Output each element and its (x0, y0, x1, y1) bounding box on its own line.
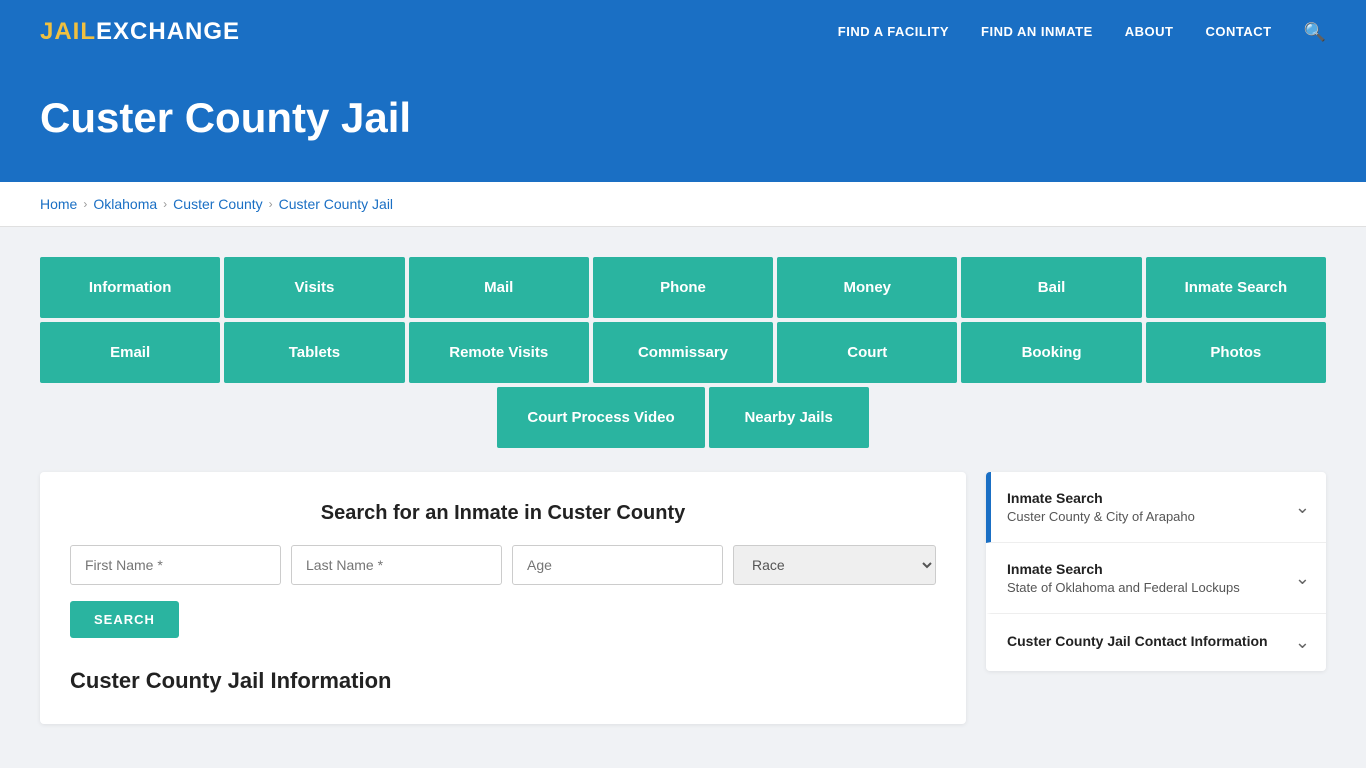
hero-section: Custer County Jail (0, 64, 1366, 182)
btn-information[interactable]: Information (40, 257, 220, 318)
btn-mail[interactable]: Mail (409, 257, 589, 318)
btn-photos[interactable]: Photos (1146, 322, 1326, 383)
sidebar-cards: Inmate Search Custer County & City of Ar… (986, 472, 1326, 671)
main-content: Information Visits Mail Phone Money Bail… (0, 227, 1366, 754)
grid-row-1: Information Visits Mail Phone Money Bail… (40, 257, 1326, 318)
btn-tablets[interactable]: Tablets (224, 322, 404, 383)
breadcrumb-custer-county[interactable]: Custer County (173, 196, 262, 212)
site-logo[interactable]: JAILEXCHANGE (40, 18, 240, 46)
first-name-input[interactable] (70, 545, 281, 585)
nav-find-facility[interactable]: FIND A FACILITY (838, 24, 949, 39)
btn-commissary[interactable]: Commissary (593, 322, 773, 383)
sidebar-card-sub-1: State of Oklahoma and Federal Lockups (1007, 580, 1240, 595)
btn-nearby-jails[interactable]: Nearby Jails (709, 387, 869, 448)
section-title: Custer County Jail Information (70, 668, 936, 694)
navbar: JAILEXCHANGE FIND A FACILITY FIND AN INM… (0, 0, 1366, 64)
breadcrumb-oklahoma[interactable]: Oklahoma (93, 196, 157, 212)
sidebar-card-title-1: Inmate Search (1007, 561, 1240, 577)
btn-remote-visits[interactable]: Remote Visits (409, 322, 589, 383)
bottom-section: Search for an Inmate in Custer County Ra… (40, 472, 1326, 724)
sidebar-card-sub-0: Custer County & City of Arapaho (1007, 509, 1195, 524)
sidebar-card-title-2: Custer County Jail Contact Information (1007, 633, 1268, 649)
chevron-down-icon-1: ⌄ (1295, 568, 1310, 589)
breadcrumb: Home › Oklahoma › Custer County › Custer… (40, 196, 1326, 212)
breadcrumb-bar: Home › Oklahoma › Custer County › Custer… (0, 182, 1366, 227)
grid-row-3: Court Process Video Nearby Jails (40, 387, 1326, 448)
btn-email[interactable]: Email (40, 322, 220, 383)
btn-court-process-video[interactable]: Court Process Video (497, 387, 704, 448)
sidebar-card-1[interactable]: Inmate Search State of Oklahoma and Fede… (986, 543, 1326, 614)
grid-row-2: Email Tablets Remote Visits Commissary C… (40, 322, 1326, 383)
btn-inmate-search[interactable]: Inmate Search (1146, 257, 1326, 318)
logo-jail: JAIL (40, 18, 96, 45)
chevron-down-icon-2: ⌄ (1295, 632, 1310, 653)
race-select[interactable]: Race White Black Hispanic Asian Other (733, 545, 936, 585)
page-title: Custer County Jail (40, 94, 1326, 142)
nav-about[interactable]: ABOUT (1125, 24, 1174, 39)
sidebar-card-0[interactable]: Inmate Search Custer County & City of Ar… (986, 472, 1326, 543)
breadcrumb-home[interactable]: Home (40, 196, 77, 212)
sidebar-card-2[interactable]: Custer County Jail Contact Information ⌄ (986, 614, 1326, 671)
search-button[interactable]: SEARCH (70, 601, 179, 638)
breadcrumb-sep-3: › (269, 197, 273, 211)
btn-court[interactable]: Court (777, 322, 957, 383)
btn-visits[interactable]: Visits (224, 257, 404, 318)
search-inputs: Race White Black Hispanic Asian Other (70, 545, 936, 585)
search-icon[interactable]: 🔍 (1304, 22, 1326, 42)
age-input[interactable] (512, 545, 723, 585)
btn-booking[interactable]: Booking (961, 322, 1141, 383)
search-title: Search for an Inmate in Custer County (70, 502, 936, 525)
btn-bail[interactable]: Bail (961, 257, 1141, 318)
last-name-input[interactable] (291, 545, 502, 585)
chevron-down-icon-0: ⌄ (1295, 497, 1310, 518)
breadcrumb-jail[interactable]: Custer County Jail (279, 196, 393, 212)
btn-phone[interactable]: Phone (593, 257, 773, 318)
logo-exchange: EXCHANGE (96, 18, 240, 45)
nav-links: FIND A FACILITY FIND AN INMATE ABOUT CON… (838, 22, 1326, 43)
btn-money[interactable]: Money (777, 257, 957, 318)
nav-contact[interactable]: CONTACT (1205, 24, 1271, 39)
nav-find-inmate[interactable]: FIND AN INMATE (981, 24, 1093, 39)
breadcrumb-sep-1: › (83, 197, 87, 211)
inmate-search-card: Search for an Inmate in Custer County Ra… (40, 472, 966, 724)
breadcrumb-sep-2: › (163, 197, 167, 211)
sidebar-card-title-0: Inmate Search (1007, 490, 1195, 506)
